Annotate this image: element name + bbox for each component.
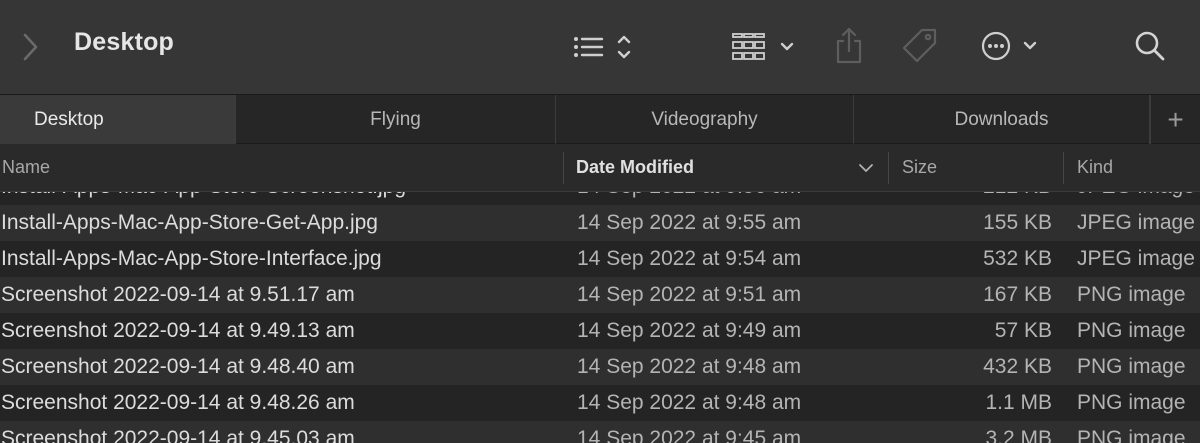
file-row[interactable]: Screenshot 2022-09-14 at 9.48.40 am 14 S…: [0, 349, 1200, 385]
file-size: 155 KB: [983, 211, 1052, 234]
file-name: Install-Apps-Mac-App-Store-Interface.jpg: [1, 247, 382, 270]
file-kind: PNG image: [1077, 319, 1186, 342]
file-kind: JPEG image: [1077, 247, 1195, 270]
tag-icon: [902, 28, 937, 63]
file-name: Screenshot 2022-09-14 at 9.48.40 am: [1, 355, 355, 378]
file-size: 532 KB: [983, 247, 1052, 270]
column-header-name[interactable]: Name: [2, 144, 562, 191]
file-kind: PNG image: [1077, 427, 1186, 443]
tab-flying[interactable]: Flying: [236, 95, 556, 144]
tab-bar: Desktop Flying Videography Downloads +: [0, 94, 1200, 144]
file-size: 212 KB: [890, 192, 1052, 205]
file-size: 167 KB: [983, 283, 1052, 306]
grid-view-icon: [732, 33, 794, 60]
new-tab-button[interactable]: +: [1150, 95, 1200, 144]
file-date: 14 Sep 2022 at 9:51 am: [577, 283, 802, 306]
file-row[interactable]: Install-Apps-Mac-App-Store-Get-App.jpg 1…: [0, 205, 1200, 241]
file-date: 14 Sep 2022 at 9:48 am: [577, 391, 802, 414]
file-list: Install-Apps-Mac-App-Store-Screenshot.jp…: [0, 192, 1200, 443]
file-date: 14 Sep 2022 at 9:56 am: [577, 192, 887, 205]
column-header-bar: Name Date Modified Size Kind: [0, 144, 1200, 192]
file-name: Screenshot 2022-09-14 at 9.49.13 am: [1, 319, 355, 342]
list-view-icon: [574, 35, 631, 59]
file-row[interactable]: Screenshot 2022-09-14 at 9.51.17 am 14 S…: [0, 277, 1200, 313]
file-date: 14 Sep 2022 at 9:48 am: [577, 355, 802, 378]
file-row[interactable]: Screenshot 2022-09-14 at 9.45.03 am 14 S…: [0, 421, 1200, 443]
file-name: Screenshot 2022-09-14 at 9.45.03 am: [1, 427, 355, 443]
search-button[interactable]: [1130, 26, 1170, 66]
file-row[interactable]: Install-Apps-Mac-App-Store-Interface.jpg…: [0, 241, 1200, 277]
tab-downloads[interactable]: Downloads: [854, 95, 1150, 144]
more-actions-button[interactable]: [974, 26, 1048, 66]
more-icon: [981, 31, 1037, 61]
column-divider[interactable]: [1063, 152, 1064, 184]
file-size: 432 KB: [983, 355, 1052, 378]
group-view-button[interactable]: [728, 28, 802, 66]
column-divider[interactable]: [563, 152, 564, 184]
file-row[interactable]: Screenshot 2022-09-14 at 9.49.13 am 14 S…: [0, 313, 1200, 349]
file-kind: JPEG image: [1077, 192, 1200, 205]
finder-window: Desktop Desktop Flying Videography Downl…: [0, 0, 1200, 443]
sort-chevron-down-icon[interactable]: [858, 160, 874, 176]
chevron-down-icon: [780, 42, 794, 51]
window-title: Desktop: [74, 28, 175, 56]
share-icon: [836, 27, 862, 64]
file-size: 57 KB: [994, 319, 1052, 342]
list-view-button[interactable]: [568, 28, 640, 66]
file-kind: PNG image: [1077, 283, 1186, 306]
file-name: Screenshot 2022-09-14 at 9.51.17 am: [1, 283, 355, 306]
column-header-date-modified[interactable]: Date Modified: [576, 144, 888, 191]
column-header-size[interactable]: Size: [902, 144, 1064, 191]
file-name: Install-Apps-Mac-App-Store-Get-App.jpg: [1, 211, 378, 234]
file-size: 3.2 MB: [985, 427, 1052, 443]
share-button[interactable]: [830, 24, 868, 68]
file-date: 14 Sep 2022 at 9:54 am: [577, 247, 802, 270]
column-divider[interactable]: [888, 152, 889, 184]
file-kind: PNG image: [1077, 391, 1186, 414]
file-size: 1.1 MB: [985, 391, 1052, 414]
file-date: 14 Sep 2022 at 9:45 am: [577, 427, 802, 443]
toolbar: Desktop: [0, 0, 1200, 94]
file-kind: JPEG image: [1077, 211, 1195, 234]
file-name: Install-Apps-Mac-App-Store-Screenshot.jp…: [1, 192, 561, 205]
file-name: Screenshot 2022-09-14 at 9.48.26 am: [1, 391, 355, 414]
search-icon: [1135, 31, 1165, 61]
file-row[interactable]: Install-Apps-Mac-App-Store-Screenshot.jp…: [0, 192, 1200, 205]
tag-button[interactable]: [898, 24, 942, 68]
file-date: 14 Sep 2022 at 9:55 am: [577, 211, 802, 234]
file-row[interactable]: Screenshot 2022-09-14 at 9.48.26 am 14 S…: [0, 385, 1200, 421]
chevron-right-icon[interactable]: [18, 30, 44, 64]
tab-videography[interactable]: Videography: [556, 95, 854, 144]
file-date: 14 Sep 2022 at 9:49 am: [577, 319, 802, 342]
column-header-kind[interactable]: Kind: [1077, 144, 1200, 191]
file-kind: PNG image: [1077, 355, 1186, 378]
tab-desktop[interactable]: Desktop: [0, 95, 236, 144]
